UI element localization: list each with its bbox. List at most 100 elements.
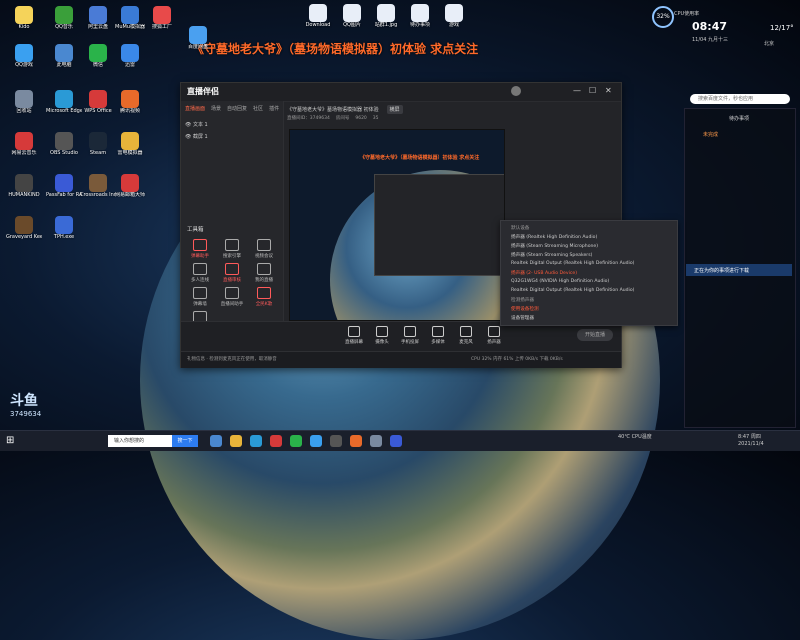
- clock-time: 08:47: [692, 20, 728, 33]
- tool-button[interactable]: 弹幕墙: [185, 287, 215, 307]
- todo-sub: 未完成: [703, 132, 719, 138]
- status-left: 礼物信息 · 检测到麦克风正在使用，取消静音: [187, 357, 277, 362]
- panel-tab[interactable]: 社区: [253, 105, 263, 112]
- app-icon: [55, 6, 73, 24]
- desktop-icon[interactable]: Steam: [80, 132, 116, 168]
- app-icon: [55, 174, 73, 192]
- desktop-icon[interactable]: 搜狐工厂: [144, 6, 180, 42]
- desktop-icon[interactable]: MuMu模拟器: [112, 6, 148, 42]
- taskbar-app-icon[interactable]: [270, 435, 282, 447]
- widget-search-input[interactable]: 搜索百度文件，秒也应用: [690, 94, 790, 104]
- taskbar-app-icon[interactable]: [310, 435, 322, 447]
- eye-icon[interactable]: 👁: [185, 134, 191, 140]
- panel-tab[interactable]: 直播画面: [185, 105, 205, 112]
- taskbar-app-icon[interactable]: [290, 435, 302, 447]
- desktop-icon[interactable]: WPS Office: [80, 90, 116, 126]
- desktop-icon[interactable]: 网易云音乐: [6, 132, 42, 168]
- taskbar-app-icon[interactable]: [390, 435, 402, 447]
- menu-item[interactable]: Realtek Digital Output (Realtek High Def…: [511, 288, 634, 293]
- desktop-icon-label: QQ图片: [343, 22, 361, 28]
- desktop-icon[interactable]: 微信: [80, 44, 116, 80]
- panel-tab[interactable]: 自动回复: [227, 105, 247, 112]
- tool-icon: [257, 287, 271, 299]
- desktop-icon[interactable]: 雷电模拟器: [112, 132, 148, 168]
- desktop-icon[interactable]: PassFab for RAR: [46, 174, 82, 210]
- source-button[interactable]: 扬声器: [477, 326, 511, 345]
- desktop-icon[interactable]: QQ图片: [334, 4, 370, 40]
- windows-start-icon[interactable]: ⊞: [6, 435, 14, 446]
- tool-button[interactable]: 视频会议: [249, 239, 279, 259]
- desktop-icon-label: 站群1.jpg: [374, 22, 398, 28]
- layer-item[interactable]: 👁 文本 1: [185, 121, 208, 128]
- source-label: 多媒体: [431, 340, 445, 345]
- start-live-button[interactable]: 开始直播: [577, 329, 613, 341]
- tool-button[interactable]: 直播审核: [217, 263, 247, 283]
- taskbar-app-icon[interactable]: [330, 435, 342, 447]
- orientation-button[interactable]: 横屏: [386, 105, 403, 114]
- minimize-icon[interactable]: —: [573, 86, 581, 95]
- menu-item[interactable]: 扬声器 (2- USB Audio Device): [511, 270, 577, 276]
- source-label: 摄像头: [375, 340, 389, 345]
- panel-tab[interactable]: 插件: [269, 105, 279, 112]
- desktop-icon[interactable]: TPH.exe: [46, 216, 82, 252]
- desktop-icon[interactable]: 阿里云盘: [80, 6, 116, 42]
- desktop-icon[interactable]: HUMANKIND: [6, 174, 42, 210]
- desktop-icon[interactable]: Crossroads Inn: [80, 174, 116, 210]
- avatar[interactable]: [511, 86, 521, 96]
- app-icon: [15, 6, 33, 24]
- app-icon: [89, 44, 107, 62]
- menu-item[interactable]: Q32G1WG4 (NVIDIA High Definition Audio): [511, 279, 609, 284]
- maximize-icon[interactable]: ☐: [589, 86, 596, 95]
- tool-icon: [193, 287, 207, 299]
- taskbar-app-icon[interactable]: [350, 435, 362, 447]
- menu-item[interactable]: 扬声器 (Steam Streaming Microphone): [511, 243, 598, 249]
- tool-button[interactable]: 我的直播: [249, 263, 279, 283]
- desktop-icon[interactable]: 迅雷: [112, 44, 148, 80]
- layer-item[interactable]: 👁 截屏 1: [185, 133, 208, 140]
- desktop-icon[interactable]: Graveyard Keeper: [6, 216, 42, 252]
- desktop-icon[interactable]: 百度网盘: [180, 26, 216, 62]
- room-info-item: 35: [372, 116, 379, 121]
- desktop-icon[interactable]: Downl​oad: [300, 4, 336, 40]
- tool-button[interactable]: 弹幕助手: [185, 239, 215, 259]
- desktop-icon[interactable]: 站群1.jpg: [368, 4, 404, 40]
- app-icon: [121, 90, 139, 108]
- tray-date: 2021/11/4: [738, 441, 764, 447]
- desktop-icon[interactable]: 网易邮箱大师: [112, 174, 148, 210]
- tool-button[interactable]: 直播间助手: [217, 287, 247, 307]
- panel-tab[interactable]: 场景: [211, 105, 221, 112]
- desktop-icon[interactable]: 此电脑: [46, 44, 82, 80]
- tool-button[interactable]: 多人连线: [185, 263, 215, 283]
- desktop-icon[interactable]: 回收站: [6, 90, 42, 126]
- desktop-icon[interactable]: Microsoft Edge: [46, 90, 82, 126]
- app-icon: [55, 44, 73, 62]
- desktop-icon[interactable]: QQ音乐: [46, 6, 82, 42]
- taskbar-app-icon[interactable]: [250, 435, 262, 447]
- stream-preview[interactable]: 《守墓地老大爷》（墓场物语模拟器）初体验 求点关注: [289, 129, 505, 321]
- desktop-icon-label: 阿里云盘: [87, 24, 108, 30]
- menu-item[interactable]: 使用设备检测: [511, 306, 539, 312]
- taskbar-app-icon[interactable]: [210, 435, 222, 447]
- menu-item[interactable]: 设备管理器: [511, 315, 534, 321]
- app-logo: 直播伴侣: [187, 87, 219, 96]
- menu-item[interactable]: 扬声器 (Steam Streaming Speakers): [511, 252, 592, 258]
- close-icon[interactable]: ✕: [605, 86, 612, 95]
- taskbar-app-icon[interactable]: [230, 435, 242, 447]
- desktop-icon[interactable]: 游戏: [436, 4, 472, 40]
- notice-text: 正在为你的事项进行下载: [694, 268, 750, 274]
- eye-icon[interactable]: 👁: [185, 122, 191, 128]
- app-icon: [121, 6, 139, 24]
- desktop-icon[interactable]: Kido: [6, 6, 42, 42]
- weather-temp: 12/17°: [770, 24, 794, 32]
- desktop-icon[interactable]: QQ游戏: [6, 44, 42, 80]
- taskbar-app-icon[interactable]: [370, 435, 382, 447]
- desktop-icon[interactable]: OBS Studio: [46, 132, 82, 168]
- desktop-icon[interactable]: 腾讯视频: [112, 90, 148, 126]
- tool-button[interactable]: 全民K歌: [249, 287, 279, 307]
- menu-item[interactable]: Realtek Digital Output (Realtek High Def…: [511, 261, 634, 266]
- desktop-icon-label: Kido: [18, 24, 30, 30]
- menu-item[interactable]: 扬声器 (Realtek High Definition Audio): [511, 234, 597, 240]
- tool-button[interactable]: 搜索引擎: [217, 239, 247, 259]
- desktop-icon[interactable]: 待办事项: [402, 4, 438, 40]
- taskbar-search-button[interactable]: 搜一下: [172, 435, 198, 447]
